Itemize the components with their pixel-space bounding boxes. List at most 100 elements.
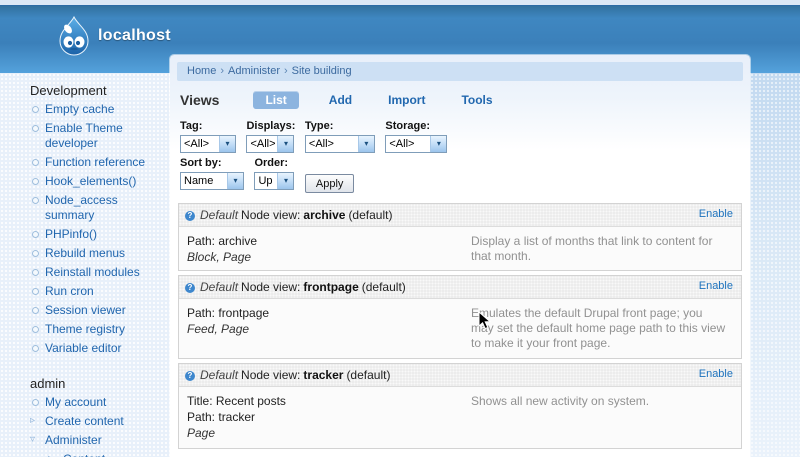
sidebar-item-administer[interactable]: ▿ Administer — [0, 433, 170, 452]
bullet-icon — [32, 307, 39, 314]
filter-controls: Tag: <All> ▾ Displays: <All> ▾ Type: <All>… — [170, 116, 750, 193]
view-base-label: Node view: — [241, 208, 301, 222]
bullet-icon — [32, 178, 39, 185]
sidebar-item-theme-registry[interactable]: Theme registry — [0, 322, 170, 341]
bullet-icon — [32, 269, 39, 276]
help-icon[interactable]: ? — [185, 371, 195, 381]
bullet-icon — [32, 345, 39, 352]
bullet-icon — [32, 106, 39, 113]
sidebar-item-content-management[interactable]: ▹Content management — [0, 452, 170, 457]
tag-filter-select[interactable]: <All> ▾ — [180, 135, 236, 153]
view-row-body: Title: Recent posts Path: tracker Page S… — [179, 387, 741, 448]
view-description: Display a list of months that link to co… — [471, 234, 713, 263]
sidebar-item-hook-elements[interactable]: Hook_elements() — [0, 174, 170, 193]
view-type-default: Default — [200, 368, 239, 382]
tab-tools[interactable]: Tools — [455, 91, 498, 109]
view-row-header: ? Default Node view: archive (default) Enabl… — [179, 204, 741, 227]
view-name: tracker — [303, 368, 344, 382]
mouse-cursor-icon — [478, 310, 492, 335]
order-select[interactable]: Up ▾ — [254, 172, 295, 190]
view-row-archive: ? Default Node view: archive (default) Enabl… — [178, 203, 742, 271]
breadcrumb: Home › Administer › Site building — [177, 62, 743, 81]
breadcrumb-site-building-link[interactable]: Site building — [292, 65, 352, 77]
view-name: archive — [303, 208, 346, 222]
type-filter-label: Type: — [304, 120, 334, 132]
view-type-default: Default — [200, 280, 239, 294]
view-row-header: ? Default Node view: frontpage (default) Ena… — [179, 276, 741, 299]
dropdown-arrow-icon: ▾ — [277, 136, 294, 152]
sidebar-menu: Development Empty cache Enable Theme dev… — [0, 73, 170, 457]
view-default-suffix: (default) — [346, 368, 391, 382]
view-description: Emulates the default Drupal front page; … — [471, 306, 726, 350]
sidebar-item-function-reference[interactable]: Function reference — [0, 155, 170, 174]
drupal-views-admin-page: localhost Development Empty cache Enable… — [0, 0, 800, 457]
sidebar-item-enable-theme-developer[interactable]: Enable Theme developer — [0, 121, 170, 155]
view-path: Path: tracker — [187, 410, 256, 424]
right-margin — [750, 73, 800, 457]
collapsed-triangle-icon: ▹ — [48, 452, 53, 457]
main-content-panel: Home › Administer › Site building Views List… — [170, 55, 750, 457]
bullet-icon — [32, 250, 39, 257]
displays-filter-select[interactable]: <All> ▾ — [246, 135, 295, 153]
displays-filter-label: Displays: — [246, 120, 296, 132]
dropdown-arrow-icon: ▾ — [227, 173, 243, 189]
tab-add[interactable]: Add — [323, 91, 358, 109]
dropdown-arrow-icon: ▾ — [219, 136, 235, 152]
view-type-default: Default — [200, 208, 239, 222]
collapsed-triangle-icon: ▹ — [30, 415, 36, 426]
view-row-header: ? Default Node view: tracker (default) Enabl… — [179, 364, 741, 387]
expanded-triangle-icon: ▿ — [30, 434, 36, 445]
bullet-icon — [32, 326, 39, 333]
view-row-frontpage: ? Default Node view: frontpage (default) Ena… — [178, 275, 742, 359]
view-base-label: Node view: — [241, 280, 301, 294]
tag-filter-label: Tag: — [180, 120, 203, 132]
tab-import[interactable]: Import — [382, 91, 431, 109]
enable-link[interactable]: Enable — [699, 368, 733, 380]
tab-list[interactable]: List — [253, 91, 299, 109]
sidebar-item-phpinfo[interactable]: PHPinfo() — [0, 227, 170, 246]
sidebar-section-admin: admin — [30, 376, 66, 391]
dropdown-arrow-icon: ▾ — [430, 136, 447, 152]
drupal-logo-icon — [56, 15, 92, 61]
type-filter-select[interactable]: <All> ▾ — [304, 135, 375, 153]
view-name: frontpage — [303, 280, 359, 294]
enable-link[interactable]: Enable — [699, 208, 733, 220]
breadcrumb-separator: › — [220, 65, 225, 77]
order-label: Order: — [254, 157, 289, 169]
storage-filter-select[interactable]: <All> ▾ — [385, 135, 448, 153]
view-default-suffix: (default) — [361, 280, 406, 294]
page-title: Views — [180, 92, 220, 108]
bullet-icon — [32, 159, 39, 166]
view-row-body: Path: frontpage Feed, Page Emulates the … — [179, 299, 741, 358]
dropdown-arrow-icon: ▾ — [357, 136, 374, 152]
sidebar-item-session-viewer[interactable]: Session viewer — [0, 303, 170, 322]
breadcrumb-separator: › — [283, 65, 288, 77]
bullet-icon — [32, 197, 39, 204]
sidebar-item-reinstall-modules[interactable]: Reinstall modules — [0, 265, 170, 284]
breadcrumb-home-link[interactable]: Home — [187, 65, 216, 77]
enable-link[interactable]: Enable — [699, 280, 733, 292]
breadcrumb-administer-link[interactable]: Administer — [228, 65, 280, 77]
sidebar-section-development: Development — [30, 83, 107, 98]
sidebar-item-variable-editor[interactable]: Variable editor — [0, 341, 170, 360]
sidebar-item-my-account[interactable]: My account — [0, 395, 170, 414]
sidebar-item-run-cron[interactable]: Run cron — [0, 284, 170, 303]
view-base-label: Node view: — [241, 368, 301, 382]
help-icon[interactable]: ? — [185, 211, 195, 221]
sort-by-label: Sort by: — [180, 157, 222, 169]
views-list: ? Default Node view: archive (default) Enabl… — [178, 203, 742, 449]
sidebar-item-rebuild-menus[interactable]: Rebuild menus — [0, 246, 170, 265]
sidebar-item-node-access-summary[interactable]: Node_access summary — [0, 193, 170, 227]
site-name-link[interactable]: localhost — [98, 27, 171, 45]
view-displays: Page — [187, 426, 216, 440]
dropdown-arrow-icon: ▾ — [277, 173, 294, 189]
title-and-tabs: Views List Add Import Tools — [170, 86, 750, 116]
apply-button[interactable]: Apply — [304, 174, 355, 193]
view-row-body: Path: archive Block, Page Display a list… — [179, 227, 741, 270]
view-description: Shows all new activity on system. — [471, 394, 650, 408]
sidebar-item-empty-cache[interactable]: Empty cache — [0, 102, 170, 121]
storage-filter-label: Storage: — [385, 120, 430, 132]
sort-by-select[interactable]: Name ▾ — [180, 172, 244, 190]
sidebar-item-create-content[interactable]: ▹ Create content — [0, 414, 170, 433]
help-icon[interactable]: ? — [185, 283, 195, 293]
